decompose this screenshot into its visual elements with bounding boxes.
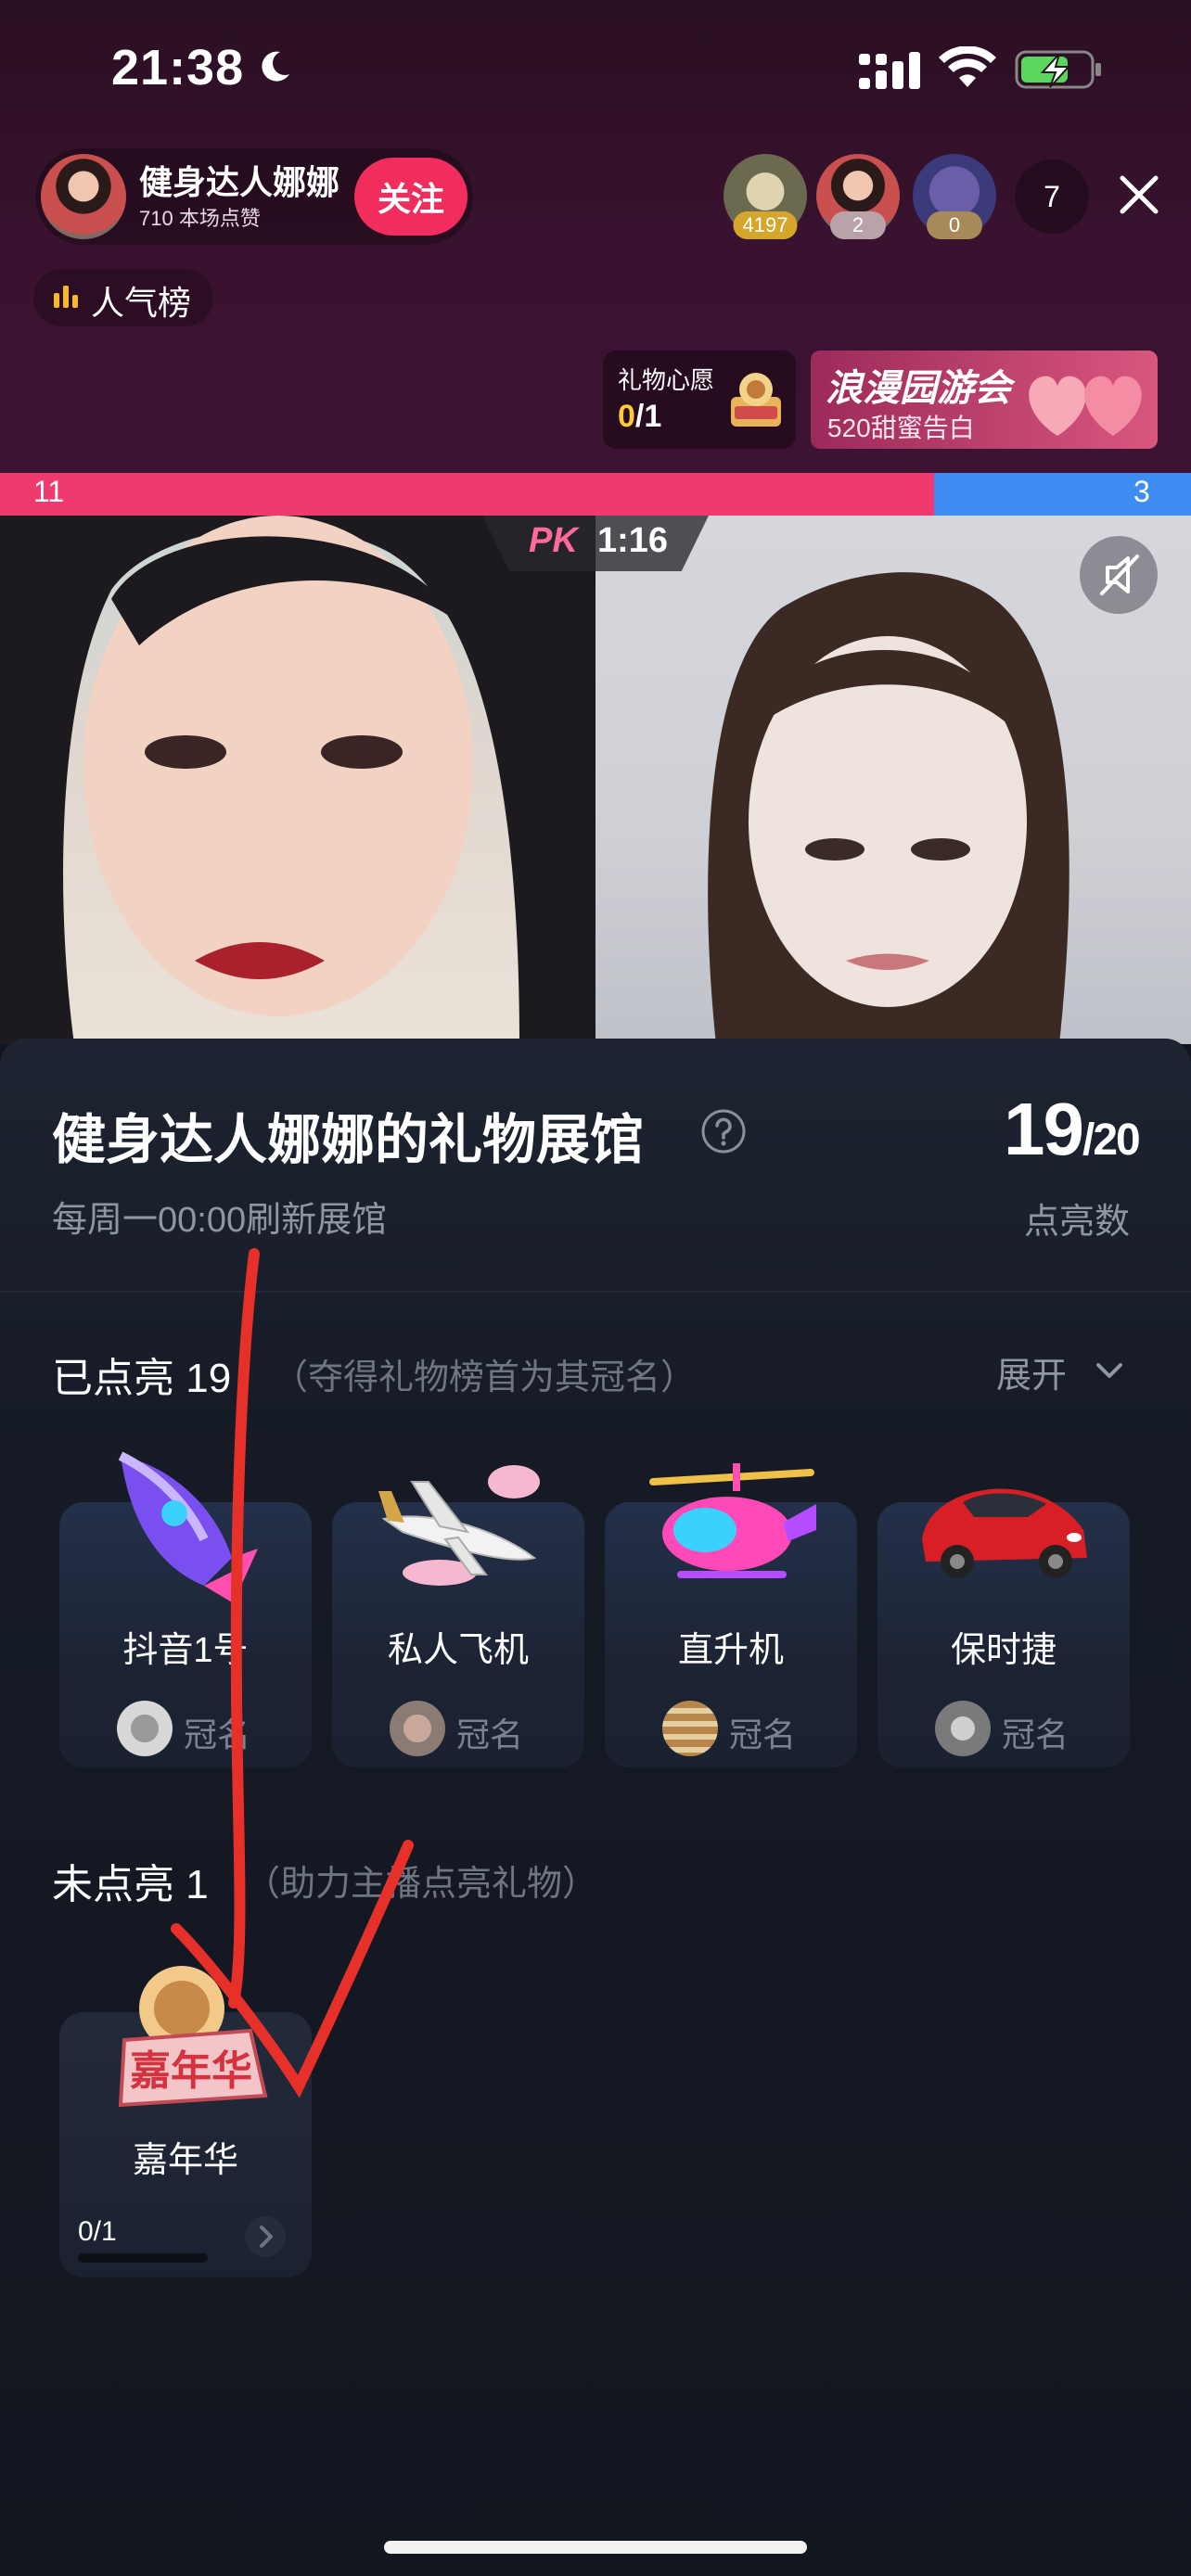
- gift-wish-count: 0/1: [618, 399, 662, 434]
- refresh-schedule: 每周一00:00刷新展馆: [52, 1201, 388, 1240]
- pk-bar-left: [0, 473, 934, 516]
- divider: [0, 1291, 1191, 1293]
- carnival-gift-icon: [731, 373, 781, 427]
- svg-text:嘉年华: 嘉年华: [130, 2047, 252, 2095]
- lit-score: 19/20: [1004, 1088, 1141, 1170]
- viewer-badge: 0: [927, 211, 982, 239]
- follow-button[interactable]: 关注: [354, 158, 467, 236]
- lit-score-label: 点亮数: [1024, 1203, 1131, 1242]
- crown-holder-avatar: [390, 1701, 445, 1756]
- moon-icon: [262, 51, 289, 82]
- viewer-count[interactable]: 7: [1015, 159, 1089, 234]
- rocket-icon: [118, 1451, 258, 1602]
- gift-progress: 0/1: [78, 2216, 117, 2247]
- pk-time: 1:16: [597, 521, 669, 560]
- pk-timer-tab: [482, 516, 709, 571]
- helicopter-icon: [649, 1463, 816, 1578]
- gift-name: 嘉年华: [132, 2141, 238, 2180]
- gift-progress-bar: [78, 2253, 208, 2263]
- lit-section-label: 已点亮 19: [52, 1356, 232, 1401]
- event-banner-title: 浪漫园游会: [826, 368, 1011, 409]
- host-likes: 710 本场点赞: [139, 207, 261, 230]
- viewer-avatar-1[interactable]: 4197: [724, 154, 807, 239]
- viewer-badge: 4197: [733, 211, 798, 239]
- chevron-right-icon: [260, 2225, 273, 2248]
- mute-button[interactable]: [1080, 536, 1158, 614]
- crown-label: 冠名: [456, 1715, 524, 1753]
- pk-right-score: 3: [1133, 475, 1150, 508]
- signal-icon: [859, 52, 920, 89]
- gift-wish-title: 礼物心愿: [618, 366, 715, 394]
- crown-label: 冠名: [729, 1715, 797, 1753]
- close-icon[interactable]: [1117, 172, 1161, 217]
- host-avatar[interactable]: [41, 154, 126, 239]
- battery-charging-icon: [1015, 50, 1101, 89]
- crown-holder-avatar: [662, 1701, 718, 1756]
- gift-name: 抖音1号: [122, 1631, 249, 1670]
- home-indicator[interactable]: [384, 2541, 807, 2554]
- chevron-down-icon[interactable]: [1095, 1359, 1124, 1382]
- pk-bar-right: [934, 473, 1191, 516]
- gift-gallery-panel: [0, 1039, 1191, 2576]
- crown-holder-avatar: [935, 1701, 991, 1756]
- porsche-icon: [922, 1488, 1087, 1578]
- host-name: 健身达人娜娜: [139, 163, 340, 201]
- crown-holder-avatar: [117, 1701, 173, 1756]
- crown-label: 冠名: [1002, 1715, 1069, 1753]
- pk-logo: PK: [529, 521, 578, 560]
- mute-icon: [1100, 555, 1139, 595]
- host-video-left[interactable]: [0, 516, 596, 1044]
- help-icon[interactable]: [699, 1107, 748, 1155]
- popularity-rank-label: 人气榜: [91, 284, 192, 322]
- private-jet-icon: [378, 1465, 540, 1586]
- wifi-icon: [939, 46, 996, 87]
- pk-left-score: 11: [33, 475, 65, 508]
- host-left-portrait: [0, 516, 596, 1044]
- expand-button[interactable]: 展开: [996, 1346, 1067, 1397]
- unlit-section-hint: （助力主播点亮礼物）: [245, 1865, 598, 1904]
- viewer-avatar-2[interactable]: 2: [816, 154, 900, 239]
- gift-name: 保时捷: [950, 1631, 1057, 1670]
- gift-name: 直升机: [677, 1631, 784, 1670]
- status-time: 21:38: [111, 40, 245, 96]
- gift-detail-button[interactable]: [245, 2216, 286, 2257]
- gift-name: 私人飞机: [387, 1631, 529, 1670]
- event-banner-subtitle: 520甜蜜告白: [827, 414, 975, 442]
- lit-section-hint: （夺得礼物榜首为其冠名）: [273, 1358, 697, 1397]
- gallery-title: 健身达人娜娜的礼物展馆: [52, 1110, 645, 1170]
- crown-label: 冠名: [184, 1715, 251, 1753]
- carnival-gift-icon: 嘉年华: [118, 1966, 268, 2108]
- hearts-icon: [1029, 376, 1142, 436]
- unlit-section-label: 未点亮 1: [52, 1862, 209, 1907]
- viewer-badge: 2: [830, 211, 886, 239]
- bar-chart-icon: [54, 286, 78, 308]
- viewer-avatar-3[interactable]: 0: [913, 154, 996, 239]
